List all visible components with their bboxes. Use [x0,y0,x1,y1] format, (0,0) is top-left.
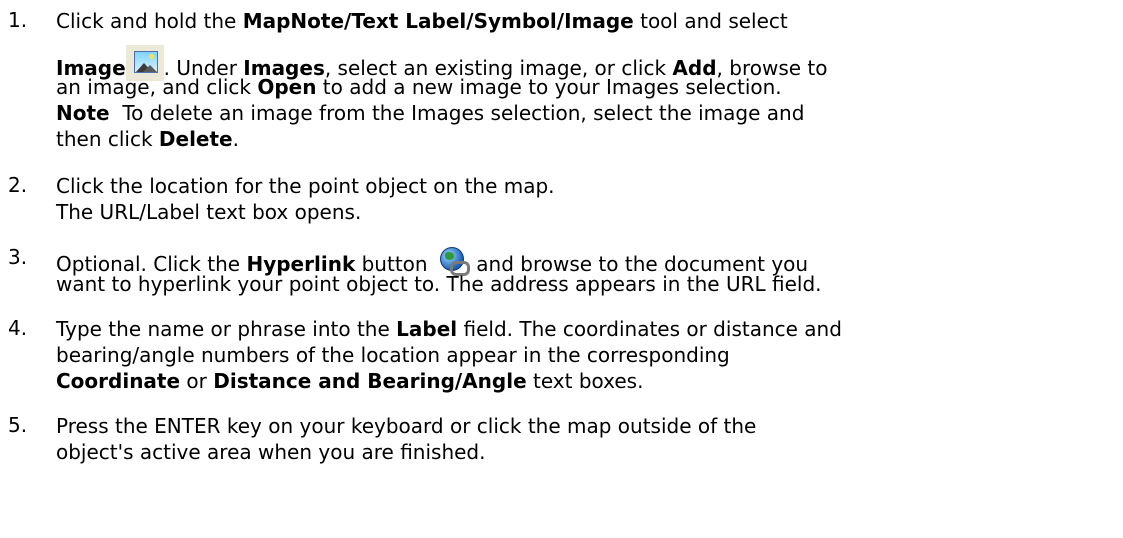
step-4-line-3: Coordinate or Distance and Bearing/Angle… [56,369,644,393]
note-label: Note [56,101,110,125]
step-number: 5. [8,413,28,437]
step-1-line-5: then click Delete. [56,127,239,151]
label-term: Label [396,317,458,341]
step-number: 2. [8,173,28,197]
step-number: 4. [8,316,28,340]
step-2-line-2: The URL/Label text box opens. [56,200,362,224]
step-1-line-1: Click and hold the MapNote/Text Label/Sy… [56,9,788,33]
step-number: 3. [8,245,28,269]
open-term: Open [257,75,317,99]
help-document: 1. Click and hold the MapNote/Text Label… [0,0,1123,538]
step-1-line-3: an image, and click Open to add a new im… [56,75,782,99]
distance-bearing-term: Distance and Bearing/Angle [213,369,527,393]
tool-name: MapNote/Text Label/Symbol/Image [242,9,634,33]
step-number: 1. [8,8,28,32]
delete-term: Delete [158,127,233,151]
step-5-line-2: object's active area when you are finish… [56,440,486,464]
step-5-line-1: Press the ENTER key on your keyboard or … [56,414,757,438]
step-3-line-2: want to hyperlink your point object to. … [56,272,822,296]
step-4-line-1: Type the name or phrase into the Label f… [56,317,842,341]
step-4-line-2: bearing/angle numbers of the location ap… [56,343,730,367]
step-1-line-4: Note To delete an image from the Images … [56,101,805,125]
coordinate-term: Coordinate [56,369,181,393]
step-2-line-1: Click the location for the point object … [56,174,555,198]
